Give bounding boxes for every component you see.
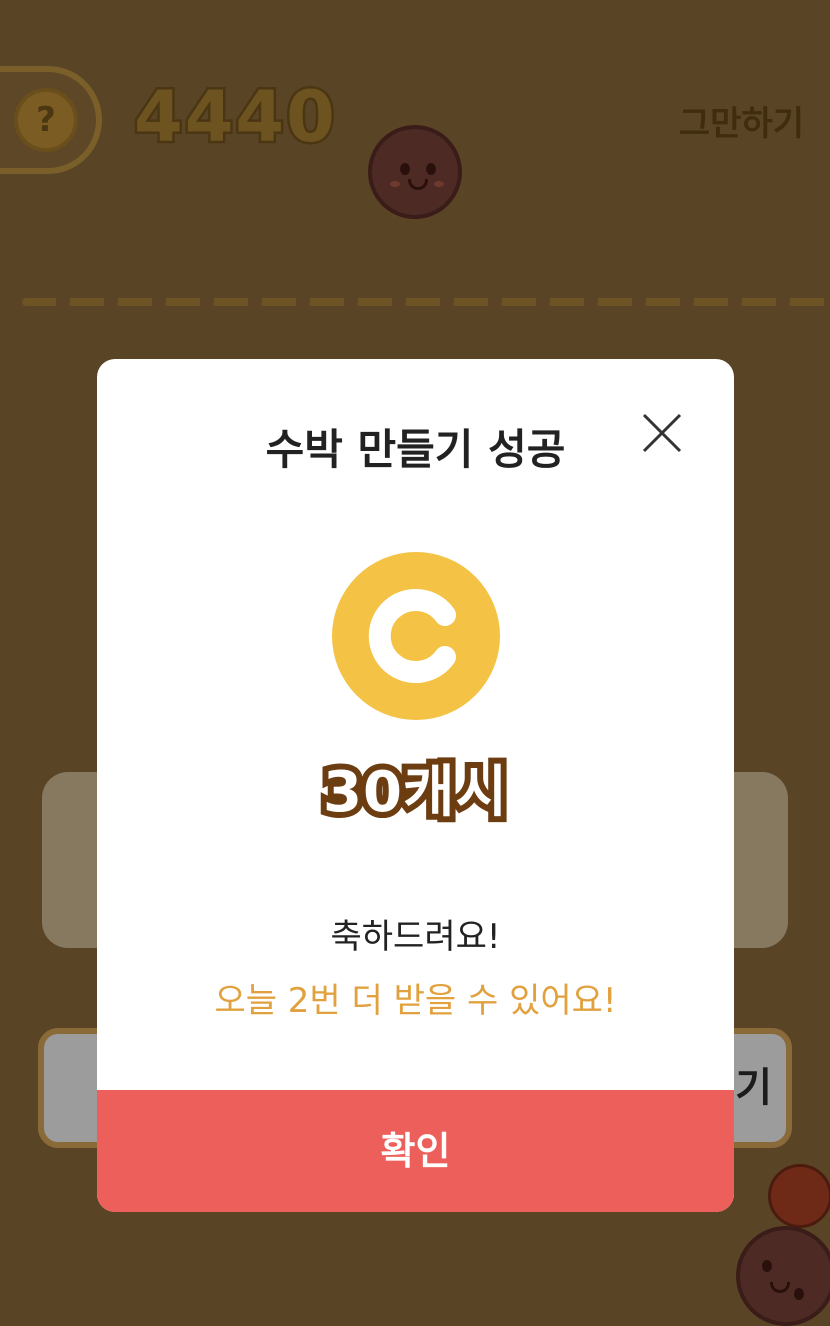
limit-line xyxy=(22,298,830,306)
next-fruit-grape-icon xyxy=(368,125,462,219)
help-icon[interactable]: ? xyxy=(14,88,78,152)
fruit-strawberry-icon xyxy=(768,1164,830,1228)
fruit-grape-icon xyxy=(736,1226,830,1326)
congrats-message: 축하드려요! xyxy=(330,917,501,957)
dialog-title: 수박 만들기 성공 xyxy=(265,425,566,474)
success-dialog: 수박 만들기 성공 30캐시 축하드려요! 오늘 2번 더 받을 수 있어요! … xyxy=(97,359,734,1212)
quit-button[interactable]: 그만하기 xyxy=(679,96,804,145)
close-icon[interactable] xyxy=(640,411,684,455)
remaining-count-message: 오늘 2번 더 받을 수 있어요! xyxy=(214,981,617,1021)
cash-coin-icon xyxy=(332,552,500,720)
score-display: 4440 xyxy=(132,74,338,161)
reward-amount: 30캐시 xyxy=(317,754,513,831)
confirm-button[interactable]: 확인 xyxy=(97,1090,734,1212)
